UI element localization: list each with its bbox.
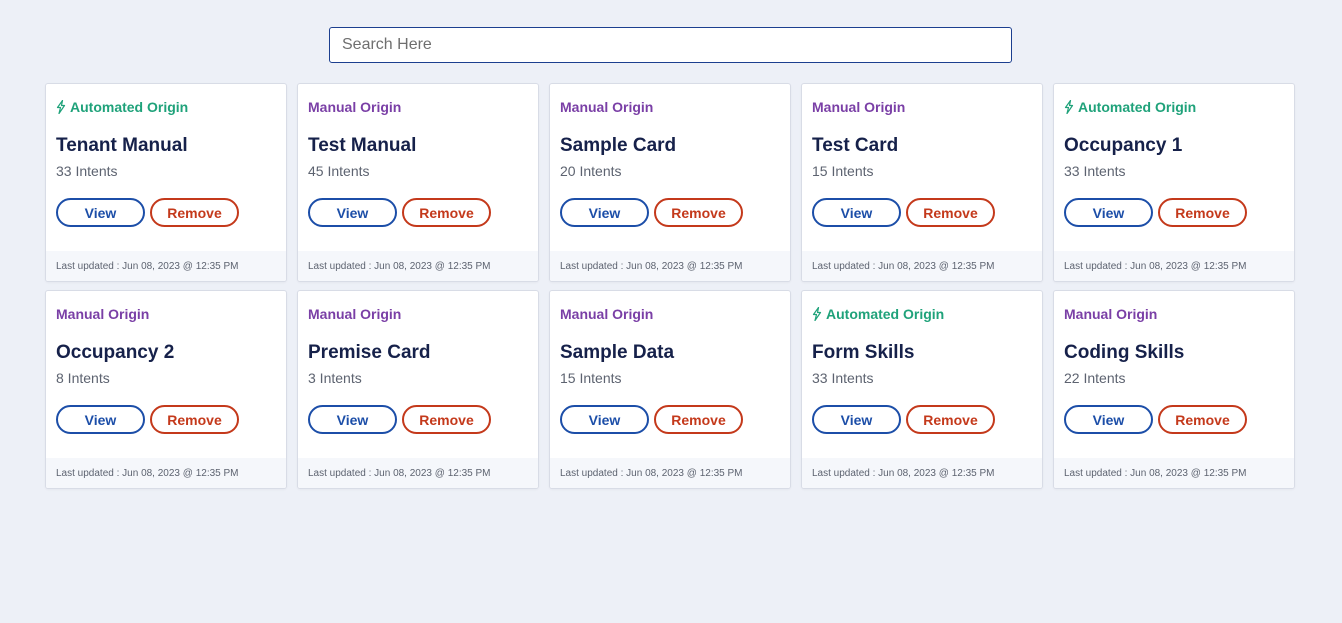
intent-count: 22 Intents: [1064, 370, 1126, 386]
origin-text: Manual Origin: [1064, 306, 1158, 322]
last-updated: Last updated : Jun 08, 2023 @ 12:35 PM: [298, 251, 538, 281]
card-title: Premise Card: [308, 342, 431, 363]
remove-button[interactable]: Remove: [150, 198, 239, 227]
intent-card: Manual Origin Test Manual 45 Intents Vie…: [297, 83, 539, 282]
card-title: Sample Card: [560, 135, 677, 156]
intent-card: Manual Origin Sample Data 15 Intents Vie…: [549, 290, 791, 489]
last-updated: Last updated : Jun 08, 2023 @ 12:35 PM: [550, 458, 790, 488]
view-button[interactable]: View: [56, 198, 145, 227]
card-title: Tenant Manual: [56, 135, 188, 156]
last-updated: Last updated : Jun 08, 2023 @ 12:35 PM: [1054, 458, 1294, 488]
intent-card: Manual Origin Coding Skills 22 Intents V…: [1053, 290, 1295, 489]
intent-card: Manual Origin Sample Card 20 Intents Vie…: [549, 83, 791, 282]
origin-text: Manual Origin: [560, 99, 654, 115]
last-updated: Last updated : Jun 08, 2023 @ 12:35 PM: [46, 458, 286, 488]
card-title: Occupancy 2: [56, 342, 175, 363]
remove-button[interactable]: Remove: [402, 198, 491, 227]
card-title: Coding Skills: [1064, 342, 1185, 363]
origin-text: Manual Origin: [56, 306, 150, 322]
card-title: Occupancy 1: [1064, 135, 1183, 156]
origin-text: Automated Origin: [826, 306, 945, 322]
last-updated: Last updated : Jun 08, 2023 @ 12:35 PM: [46, 251, 286, 281]
view-button[interactable]: View: [1064, 405, 1153, 434]
origin-label: Manual Origin: [56, 306, 149, 322]
origin-label: Manual Origin: [560, 99, 653, 115]
remove-button[interactable]: Remove: [1158, 405, 1247, 434]
search-input[interactable]: [329, 27, 1012, 63]
origin-label: Manual Origin: [560, 306, 653, 322]
intent-count: 33 Intents: [56, 163, 118, 179]
intent-card: Automated Origin Tenant Manual 33 Intent…: [45, 83, 287, 282]
last-updated: Last updated : Jun 08, 2023 @ 12:35 PM: [298, 458, 538, 488]
view-button[interactable]: View: [308, 198, 397, 227]
card-title: Form Skills: [812, 342, 915, 363]
remove-button[interactable]: Remove: [906, 405, 995, 434]
intent-card: Manual Origin Premise Card 3 Intents Vie…: [297, 290, 539, 489]
card-title: Sample Data: [560, 342, 675, 363]
bolt-icon: [812, 307, 822, 321]
view-button[interactable]: View: [560, 198, 649, 227]
intent-count: 45 Intents: [308, 163, 370, 179]
last-updated: Last updated : Jun 08, 2023 @ 12:35 PM: [1054, 251, 1294, 281]
intent-count: 33 Intents: [812, 370, 874, 386]
remove-button[interactable]: Remove: [402, 405, 491, 434]
intent-count: 20 Intents: [560, 163, 622, 179]
origin-text: Manual Origin: [308, 306, 402, 322]
origin-text: Manual Origin: [812, 99, 906, 115]
last-updated: Last updated : Jun 08, 2023 @ 12:35 PM: [802, 251, 1042, 281]
remove-button[interactable]: Remove: [1158, 198, 1247, 227]
intent-card: Automated Origin Occupancy 1 33 Intents …: [1053, 83, 1295, 282]
search-bar: [329, 27, 1012, 63]
remove-button[interactable]: Remove: [654, 198, 743, 227]
intent-card: Manual Origin Occupancy 2 8 Intents View…: [45, 290, 287, 489]
intent-count: 33 Intents: [1064, 163, 1126, 179]
bolt-icon: [56, 100, 66, 114]
intent-count: 15 Intents: [812, 163, 874, 179]
intent-count: 15 Intents: [560, 370, 622, 386]
remove-button[interactable]: Remove: [150, 405, 239, 434]
bolt-icon: [1064, 100, 1074, 114]
origin-label: Automated Origin: [812, 306, 944, 322]
view-button[interactable]: View: [812, 198, 901, 227]
origin-text: Automated Origin: [70, 99, 189, 115]
last-updated: Last updated : Jun 08, 2023 @ 12:35 PM: [802, 458, 1042, 488]
intent-card: Manual Origin Test Card 15 Intents View …: [801, 83, 1043, 282]
origin-label: Automated Origin: [1064, 99, 1196, 115]
view-button[interactable]: View: [308, 405, 397, 434]
remove-button[interactable]: Remove: [906, 198, 995, 227]
origin-text: Manual Origin: [308, 99, 402, 115]
origin-text: Automated Origin: [1078, 99, 1197, 115]
origin-label: Manual Origin: [1064, 306, 1157, 322]
last-updated: Last updated : Jun 08, 2023 @ 12:35 PM: [550, 251, 790, 281]
origin-label: Manual Origin: [308, 99, 401, 115]
intent-count: 8 Intents: [56, 370, 110, 386]
remove-button[interactable]: Remove: [654, 405, 743, 434]
card-grid: Automated Origin Tenant Manual 33 Intent…: [45, 83, 1295, 489]
origin-label: Automated Origin: [56, 99, 188, 115]
origin-label: Manual Origin: [812, 99, 905, 115]
view-button[interactable]: View: [56, 405, 145, 434]
card-title: Test Card: [812, 135, 899, 156]
view-button[interactable]: View: [560, 405, 649, 434]
intent-card: Automated Origin Form Skills 33 Intents …: [801, 290, 1043, 489]
view-button[interactable]: View: [1064, 198, 1153, 227]
view-button[interactable]: View: [812, 405, 901, 434]
intent-count: 3 Intents: [308, 370, 362, 386]
origin-label: Manual Origin: [308, 306, 401, 322]
card-title: Test Manual: [308, 135, 417, 156]
origin-text: Manual Origin: [560, 306, 654, 322]
